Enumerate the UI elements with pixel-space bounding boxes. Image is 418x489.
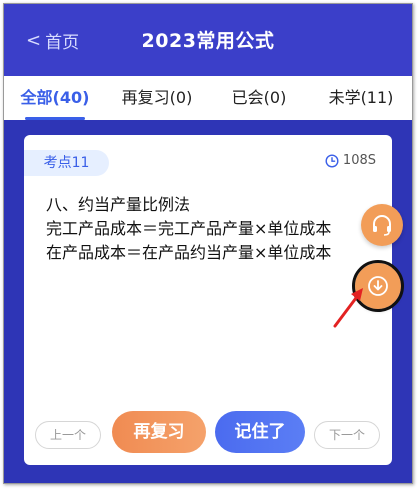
header-bar: < 首页 2023常用公式 (4, 4, 412, 76)
tab-mastered[interactable]: 已会(0) (208, 76, 310, 120)
tab-review-again[interactable]: 再复习(0) (106, 76, 208, 120)
headset-icon (373, 215, 391, 236)
remember-button[interactable]: 记住了 (215, 411, 305, 453)
customer-support-button[interactable] (361, 204, 403, 246)
topic-badge: 考点11 (24, 150, 109, 176)
previous-button[interactable]: 上一个 (35, 421, 101, 449)
review-again-button[interactable]: 再复习 (112, 411, 206, 453)
formula-line: 在产品成本＝在产品约当产量×单位成本 (46, 243, 332, 262)
timer: 108S (325, 153, 376, 168)
app-window: < 首页 2023常用公式 全部(40) 再复习(0) 已会(0) 未学(11)… (3, 3, 413, 484)
tab-all[interactable]: 全部(40) (4, 76, 106, 120)
formula-line: 八、约当产量比例法 (46, 195, 191, 214)
page-title: 2023常用公式 (141, 30, 275, 52)
next-button[interactable]: 下一个 (314, 421, 380, 449)
filter-tabs: 全部(40) 再复习(0) 已会(0) 未学(11) (4, 76, 412, 120)
download-icon (368, 276, 388, 296)
formula-line: 完工产品成本＝完工产品产量×单位成本 (46, 219, 332, 238)
tab-not-learned[interactable]: 未学(11) (310, 76, 412, 120)
clock-icon (325, 153, 339, 168)
timer-value: 108S (342, 153, 376, 168)
formula-content: 八、约当产量比例法 完工产品成本＝完工产品产量×单位成本 在产品成本＝在产品约当… (46, 193, 378, 265)
annotation-arrow-icon (333, 288, 363, 328)
